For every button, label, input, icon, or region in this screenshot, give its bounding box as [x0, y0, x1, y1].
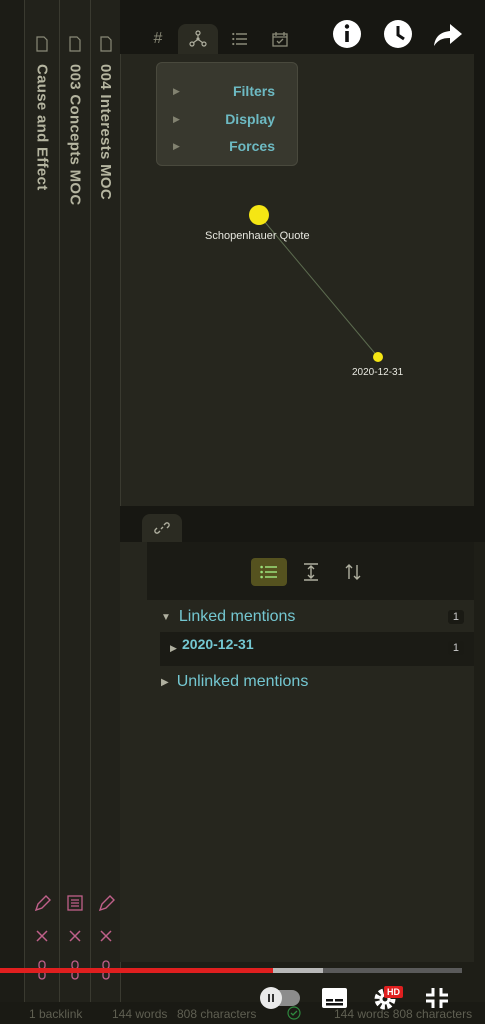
backlinks-pane: ▼ Linked mentions 1 ▶ 2020-12-31 1 ▶ Unl…: [120, 542, 474, 962]
backlink-result[interactable]: ▶ 2020-12-31 1: [160, 632, 474, 666]
sidebar-tab-bar: #: [120, 0, 485, 54]
video-progress-played: [0, 968, 273, 973]
triangle-right-icon: ▶: [170, 643, 177, 653]
sort-icon: [345, 564, 361, 580]
graph-controls-filters[interactable]: ▶ Filters: [157, 79, 297, 103]
graph-controls-forces[interactable]: ▶ Forces: [157, 134, 297, 158]
edit-icon[interactable]: [33, 895, 51, 913]
close-icon[interactable]: [99, 929, 113, 943]
sidebar-scrollbar[interactable]: [474, 54, 485, 506]
graph-node-label: Schopenhauer Quote: [205, 230, 310, 242]
show-context-button[interactable]: [293, 558, 329, 586]
triangle-down-icon: ▼: [161, 611, 171, 623]
graph-node[interactable]: [249, 205, 269, 225]
pane-divider[interactable]: [120, 506, 485, 514]
pane-title: 004 Interests MOC: [97, 64, 114, 200]
triangle-right-icon: ▶: [173, 113, 180, 124]
tab-backlinks[interactable]: [142, 514, 182, 542]
backlink-result-count: 1: [447, 641, 464, 655]
status-bar: 1 backlink 144 words 808 characters 144 …: [0, 1002, 485, 1024]
backlink-count: 1 backlink: [29, 1007, 83, 1021]
linked-mentions-count: 1: [447, 610, 464, 624]
backlinks-toolbar: [147, 542, 474, 600]
triangle-right-icon: ▶: [161, 676, 169, 688]
hd-badge: HD: [384, 986, 403, 998]
captions-icon[interactable]: [321, 987, 348, 1009]
triangle-right-icon: ▶: [173, 85, 180, 96]
stacked-pane-004-interests-moc[interactable]: 004 Interests MOC: [91, 0, 121, 1024]
tab-calendar[interactable]: [260, 24, 300, 54]
list-icon: [260, 565, 277, 579]
backlink-result-title: 2020-12-31: [182, 636, 254, 652]
link-icon: [154, 522, 170, 534]
pane-title: Cause and Effect: [33, 64, 51, 191]
left-gutter: [0, 0, 25, 1024]
tab-graph[interactable]: [178, 24, 218, 54]
linked-mentions-header[interactable]: ▼ Linked mentions 1: [147, 603, 474, 631]
sync-check-icon: [287, 1006, 301, 1020]
graph-controls-panel: ▶ Filters ▶ Display ▶ Forces: [156, 62, 298, 166]
character-count: 808 characters: [177, 1007, 257, 1021]
graph-icon: [189, 30, 207, 47]
share-icon[interactable]: [432, 18, 464, 50]
calendar-icon: [272, 32, 288, 47]
info-icon[interactable]: [331, 18, 363, 50]
reading-view-icon[interactable]: [67, 895, 83, 911]
graph-node[interactable]: [373, 352, 383, 362]
sort-button[interactable]: [335, 558, 371, 586]
unlinked-mentions-header[interactable]: ▶ Unlinked mentions: [147, 668, 308, 696]
triangle-right-icon: ▶: [173, 140, 180, 151]
pause-icon: [260, 987, 282, 1009]
graph-controls-display[interactable]: ▶ Display: [157, 107, 297, 131]
close-icon[interactable]: [68, 929, 82, 943]
graph-node-label: 2020-12-31: [352, 367, 404, 378]
close-icon[interactable]: [35, 929, 49, 943]
collapse-results-button[interactable]: [251, 558, 287, 586]
file-icon: [69, 36, 81, 52]
tab-outline[interactable]: [220, 24, 260, 54]
tab-tags[interactable]: #: [138, 24, 178, 54]
word-count: 144 words: [112, 1007, 168, 1021]
pane-title: 003 Concepts MOC: [66, 64, 84, 206]
stacked-pane-cause-and-effect[interactable]: Cause and Effect: [25, 0, 60, 1024]
graph-view[interactable]: ▶ Filters ▶ Display ▶ Forces Schopenhaue…: [120, 54, 475, 506]
file-icon: [36, 36, 48, 52]
watch-later-icon[interactable]: [382, 18, 414, 50]
edit-icon[interactable]: [97, 895, 115, 913]
list-icon: [232, 32, 247, 46]
exit-fullscreen-icon[interactable]: [425, 987, 449, 1009]
settings-button[interactable]: HD: [372, 984, 408, 1012]
file-icon: [99, 36, 112, 52]
backlinks-tab-bar: [120, 514, 485, 542]
autoplay-toggle[interactable]: [260, 987, 300, 1009]
hash-icon: #: [153, 30, 163, 47]
stacked-pane-003-concepts-moc[interactable]: 003 Concepts MOC: [60, 0, 91, 1024]
expand-vertical-icon: [304, 563, 318, 581]
